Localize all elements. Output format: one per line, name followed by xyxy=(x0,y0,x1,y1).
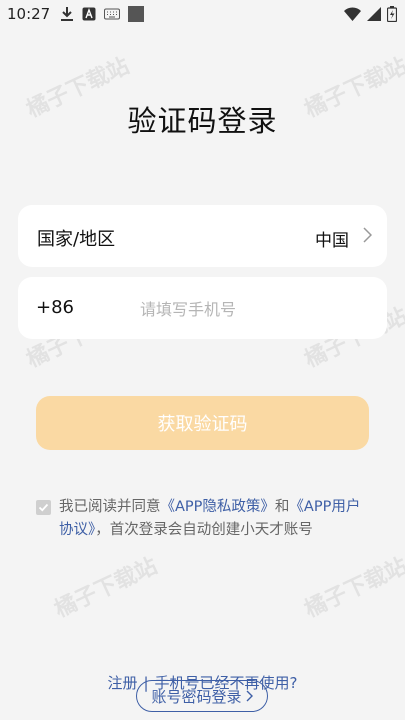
chevron-right-icon xyxy=(363,227,372,243)
status-icons-left xyxy=(60,6,144,22)
agreement-suffix: ，首次登录会自动创建小天才账号 xyxy=(95,522,313,538)
stop-square-icon xyxy=(128,6,144,22)
country-code[interactable]: +86 xyxy=(36,297,74,318)
agreement-text: 我已阅读并同意《APP隐私政策》和《APP用户协议》，首次登录会自动创建小天才账… xyxy=(59,496,364,542)
get-code-button[interactable]: 获取验证码 xyxy=(36,396,369,450)
checkbox-icon[interactable] xyxy=(36,500,51,515)
download-icon xyxy=(61,7,73,21)
chevron-right-icon xyxy=(246,690,253,702)
watermark: 橘子下载站 xyxy=(50,553,162,623)
phone-field: +86 xyxy=(18,277,387,339)
keyboard-a-icon xyxy=(82,7,96,21)
watermark: 橘子下载站 xyxy=(300,553,405,623)
battery-icon xyxy=(387,6,397,22)
account-login-label: 账号密码登录 xyxy=(151,687,242,706)
status-bar: 10:27 xyxy=(0,0,405,28)
agreement-and: 和 xyxy=(274,499,290,515)
page-title: 验证码登录 xyxy=(127,104,278,138)
wifi-icon xyxy=(344,7,361,21)
privacy-policy-link[interactable]: 《APP隐私政策》 xyxy=(161,499,275,515)
signal-icon xyxy=(367,7,381,21)
region-selector[interactable]: 国家/地区 中国 xyxy=(18,205,387,267)
region-label: 国家/地区 xyxy=(37,229,116,250)
status-time: 10:27 xyxy=(7,5,51,23)
status-icons-right xyxy=(344,6,397,22)
region-value: 中国 xyxy=(315,231,349,251)
keyboard-icon xyxy=(104,8,120,20)
account-login-button[interactable]: 账号密码登录 xyxy=(136,680,268,712)
agreement-prefix: 我已阅读并同意 xyxy=(59,499,161,515)
phone-input[interactable] xyxy=(138,293,372,325)
register-link[interactable]: 注册 xyxy=(107,674,137,692)
